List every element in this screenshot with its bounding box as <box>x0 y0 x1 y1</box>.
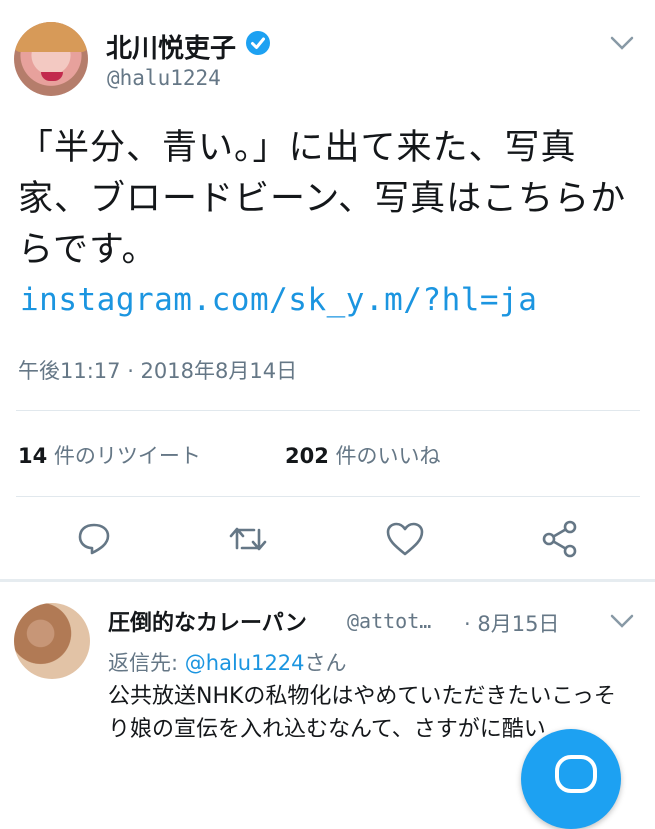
tweet-link[interactable]: instagram.com/sk_y.m/?hl=ja <box>20 282 537 318</box>
retweets-count: 14 <box>18 444 48 468</box>
reply-date[interactable]: · 8月15日 <box>464 608 559 638</box>
author-name[interactable]: 北川悦吏子 <box>106 28 236 65</box>
author-handle[interactable]: @halu1224 <box>107 66 221 90</box>
compose-button[interactable] <box>521 729 621 829</box>
divider <box>16 410 640 411</box>
divider <box>16 496 640 497</box>
reply-author-name[interactable]: 圧倒的なカレーパン <box>108 605 307 637</box>
likes-count: 202 <box>285 444 329 468</box>
tweet-timestamp[interactable]: 午後11:17 · 2018年8月14日 <box>18 355 297 385</box>
reply-to: 返信先: @halu1224さん <box>108 647 347 677</box>
verified-icon <box>246 31 270 55</box>
tweet-text: 「半分、青い。」に出て来た、写真家、ブロードビーン、写真はこちらからです。 <box>18 128 627 270</box>
reply-author-handle[interactable]: @attot… <box>347 609 431 633</box>
reply-to-label: 返信先: <box>108 651 185 675</box>
share-icon[interactable] <box>540 520 580 558</box>
retweets-stat[interactable]: 14 件のリツイート <box>18 440 201 470</box>
reply-to-mention[interactable]: @halu1224 <box>185 651 305 675</box>
compose-icon <box>555 755 597 793</box>
retweets-label: 件のリツイート <box>47 444 201 468</box>
reply-to-suffix: さん <box>304 651 347 675</box>
chevron-down-icon[interactable] <box>608 611 636 631</box>
likes-label: 件のいいね <box>328 444 441 468</box>
author-avatar[interactable] <box>14 22 88 96</box>
retweet-icon[interactable] <box>228 522 268 556</box>
chevron-down-icon[interactable] <box>608 33 636 53</box>
reply-icon[interactable] <box>76 520 112 556</box>
like-icon[interactable] <box>385 521 425 557</box>
section-divider <box>0 579 655 582</box>
likes-stat[interactable]: 202 件のいいね <box>285 440 441 470</box>
reply-author-avatar[interactable] <box>14 603 90 679</box>
